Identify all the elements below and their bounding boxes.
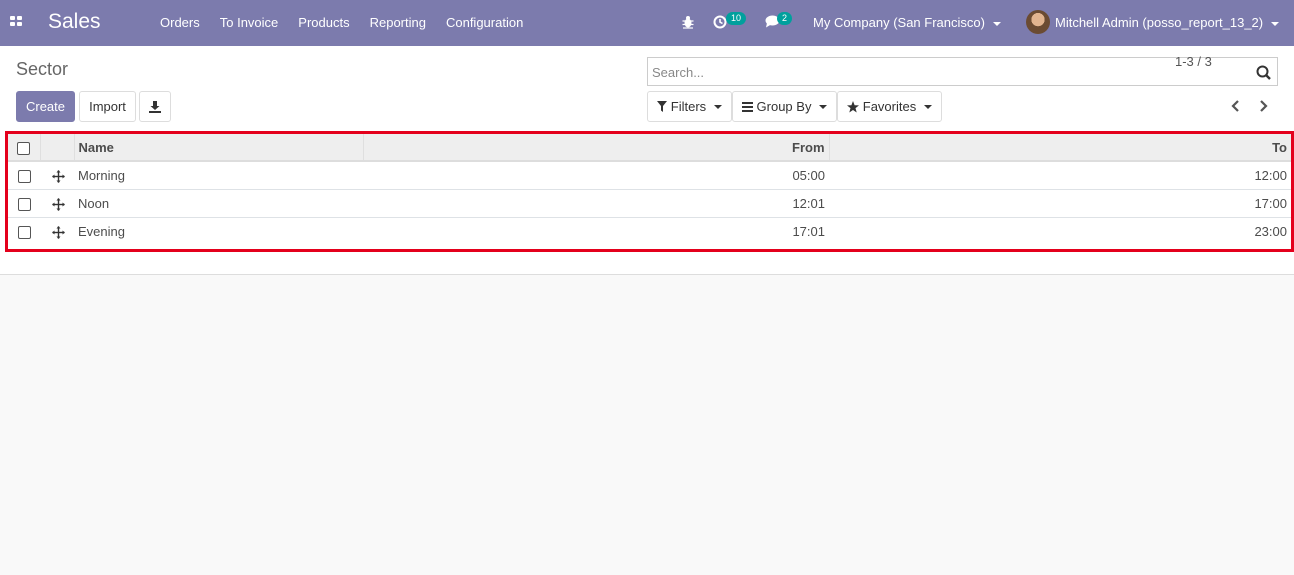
- menu-item-products[interactable]: Products: [288, 15, 359, 30]
- row-handle-cell: [40, 188, 74, 217]
- message-count-badge: 2: [777, 12, 793, 25]
- table-header: Name From To: [8, 134, 1291, 162]
- chevron-down-icon: [714, 104, 723, 109]
- drag-handle-icon[interactable]: [52, 169, 65, 183]
- table-row[interactable]: Evening 17:01 23:00: [8, 216, 1291, 245]
- filters-label: Filters: [670, 99, 707, 114]
- drag-handle-icon[interactable]: [52, 225, 65, 239]
- favorites-label: Favorites: [862, 99, 917, 114]
- row-handle-cell: [40, 216, 74, 245]
- cell-name: Noon: [74, 188, 363, 217]
- row-checkbox[interactable]: [17, 225, 31, 239]
- page-title: Sector: [16, 59, 69, 79]
- star-icon: [846, 100, 859, 112]
- activity-icon[interactable]: [713, 15, 727, 29]
- column-header-to[interactable]: To: [828, 134, 1291, 162]
- chevron-left-icon[interactable]: [1231, 100, 1241, 112]
- drag-handle-icon[interactable]: [52, 197, 65, 211]
- chevron-right-icon[interactable]: [1258, 100, 1268, 112]
- filters-button[interactable]: Filters: [647, 91, 732, 122]
- import-button[interactable]: Import: [79, 91, 136, 122]
- download-icon: [149, 100, 161, 113]
- main-menu: Orders To Invoice Products Reporting Con…: [150, 15, 533, 30]
- column-header-from[interactable]: From: [362, 134, 829, 162]
- table-row[interactable]: Morning 05:00 12:00: [8, 160, 1291, 189]
- select-all-checkbox[interactable]: [17, 141, 31, 155]
- menu-item-reporting[interactable]: Reporting: [360, 15, 436, 30]
- user-menu[interactable]: Mitchell Admin (posso_report_13_2): [1055, 15, 1280, 30]
- activity-count-badge: 10: [726, 12, 747, 25]
- company-label: My Company (San Francisco): [813, 15, 985, 30]
- download-button[interactable]: [139, 91, 171, 122]
- group-by-label: Group By: [756, 99, 812, 114]
- cell-to: 12:00: [829, 160, 1291, 189]
- chevron-down-icon: [819, 104, 828, 109]
- row-select-cell: [8, 160, 40, 189]
- cell-to: 23:00: [829, 216, 1291, 245]
- row-select-cell: [8, 216, 40, 245]
- table-row[interactable]: Noon 12:01 17:00: [8, 188, 1291, 217]
- apps-icon[interactable]: [10, 16, 23, 27]
- control-panel: Sector Create Import Filters Group By Fa…: [0, 46, 1294, 131]
- row-handle-cell: [40, 160, 74, 189]
- cell-from: 17:01: [363, 216, 829, 245]
- bug-icon[interactable]: [682, 15, 694, 29]
- cell-to: 17:00: [829, 188, 1291, 217]
- menu-item-to-invoice[interactable]: To Invoice: [210, 15, 289, 30]
- group-by-button[interactable]: Group By: [732, 91, 837, 122]
- filter-icon: [656, 101, 667, 112]
- user-label: Mitchell Admin (posso_report_13_2): [1055, 15, 1264, 30]
- column-header-name[interactable]: Name: [73, 134, 363, 162]
- list-icon: [741, 101, 753, 112]
- row-select-cell: [8, 188, 40, 217]
- cell-from: 05:00: [363, 160, 829, 189]
- row-checkbox[interactable]: [17, 169, 31, 183]
- row-checkbox[interactable]: [17, 197, 31, 211]
- top-navbar: Sales Orders To Invoice Products Reporti…: [0, 0, 1294, 46]
- menu-item-configuration[interactable]: Configuration: [436, 15, 533, 30]
- sector-table: Name From To Morning 05:00 12:00 Noon 12…: [8, 134, 1291, 245]
- cell-name: Morning: [74, 160, 363, 189]
- create-button[interactable]: Create: [16, 91, 75, 122]
- cell-from: 12:01: [363, 188, 829, 217]
- search-input[interactable]: [652, 63, 1242, 81]
- cell-name: Evening: [74, 216, 363, 245]
- chevron-down-icon: [1271, 21, 1280, 26]
- handle-column-header: [39, 134, 74, 162]
- menu-item-orders[interactable]: Orders: [150, 15, 210, 30]
- search-icon[interactable]: [1256, 65, 1271, 80]
- app-name[interactable]: Sales: [48, 10, 101, 34]
- select-all-cell: [8, 134, 40, 162]
- pager-value[interactable]: 1-3 / 3: [1175, 54, 1212, 69]
- avatar[interactable]: [1026, 10, 1050, 34]
- company-switcher[interactable]: My Company (San Francisco): [813, 15, 1001, 30]
- chevron-down-icon: [924, 104, 933, 109]
- chevron-down-icon: [992, 21, 1001, 26]
- favorites-button[interactable]: Favorites: [837, 91, 942, 122]
